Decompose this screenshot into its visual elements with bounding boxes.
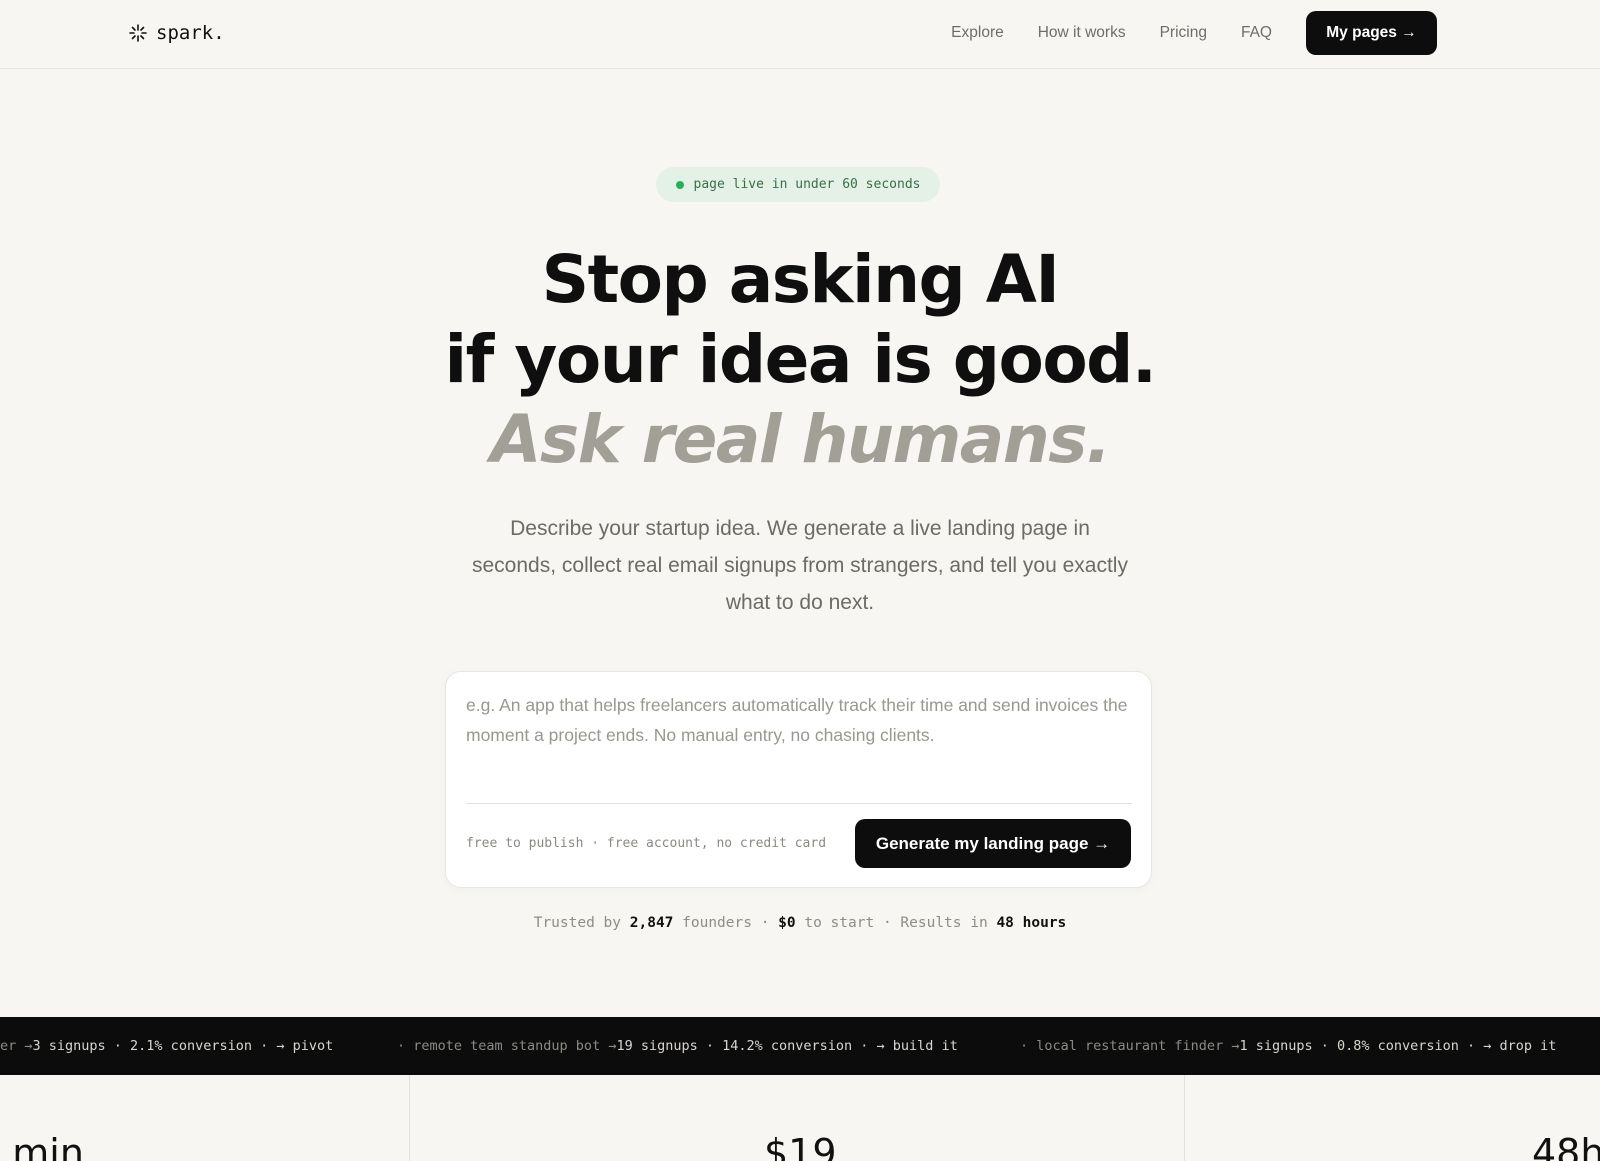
stats-row: 2 min $19 48h <box>0 1075 1600 1161</box>
nav-link-pricing[interactable]: Pricing <box>1160 24 1207 42</box>
stat-divider <box>409 1075 410 1161</box>
my-pages-button[interactable]: My pages → <box>1306 11 1437 55</box>
hero-subtext: Describe your startup idea. We generate … <box>472 517 1128 614</box>
card-divider <box>466 803 1132 804</box>
ticker-result: 1 signups · 0.8% conversion · → drop it <box>1239 1038 1557 1054</box>
nav-link-faq[interactable]: FAQ <box>1241 24 1272 42</box>
ticker-item: · local restaurant finder → 1 signups · … <box>1020 1017 1556 1075</box>
hero-headline: Stop asking AI if your idea is good. Ask… <box>0 240 1600 480</box>
sparkle-icon <box>129 24 147 42</box>
results-ticker: er → 3 signups · 2.1% conversion · → piv… <box>0 1017 1600 1075</box>
headline-accent: Ask real humans. <box>490 401 1111 478</box>
results-time: 48 hours <box>996 915 1067 931</box>
logo[interactable]: spark. <box>128 20 225 46</box>
ticker-idea: · remote team standup bot → <box>397 1038 617 1054</box>
idea-textarea[interactable] <box>466 690 1132 780</box>
live-dot-icon <box>675 180 684 189</box>
nav-links: Explore How it works Pricing FAQ My page… <box>951 11 1437 55</box>
badge-text: page live in under 60 seconds <box>693 177 921 192</box>
stat-value: 2 min <box>0 1131 84 1161</box>
form-footnote: free to publish · free account, no credi… <box>466 836 827 851</box>
trust-prefix: Trusted by <box>533 915 630 931</box>
trust-founders-suffix: founders · <box>673 915 779 931</box>
headline-line-2: if your idea is good. <box>444 321 1157 398</box>
generate-landing-page-button[interactable]: Generate my landing page → <box>855 819 1131 868</box>
stat-divider <box>1184 1075 1185 1161</box>
idea-form-card: free to publish · free account, no credi… <box>445 671 1152 888</box>
ticker-result: 3 signups · 2.1% conversion · → pivot <box>32 1038 334 1054</box>
headline-line-1: Stop asking AI <box>541 241 1060 318</box>
ticker-result: 19 signups · 14.2% conversion · → build … <box>616 1038 958 1054</box>
trust-line: Trusted by 2,847 founders · $0 to start … <box>0 915 1600 931</box>
ticker-idea: er → <box>0 1038 33 1054</box>
nav-link-explore[interactable]: Explore <box>951 24 1004 42</box>
stat-value: 48h <box>1532 1131 1600 1161</box>
top-nav: spark. Explore How it works Pricing FAQ … <box>0 0 1600 69</box>
status-badge: page live in under 60 seconds <box>656 167 940 202</box>
stat-value: $19 <box>764 1131 837 1161</box>
ticker-idea: · local restaurant finder → <box>1020 1038 1240 1054</box>
ticker-item: · remote team standup bot → 19 signups ·… <box>397 1017 958 1075</box>
trust-price-suffix: to start · Results in <box>795 915 997 931</box>
founders-count: 2,847 <box>629 915 674 931</box>
ticker-item: er → 3 signups · 2.1% conversion · → piv… <box>0 1017 333 1075</box>
nav-link-how-it-works[interactable]: How it works <box>1038 24 1126 42</box>
logo-text: spark. <box>156 22 225 44</box>
start-price: $0 <box>778 915 796 931</box>
